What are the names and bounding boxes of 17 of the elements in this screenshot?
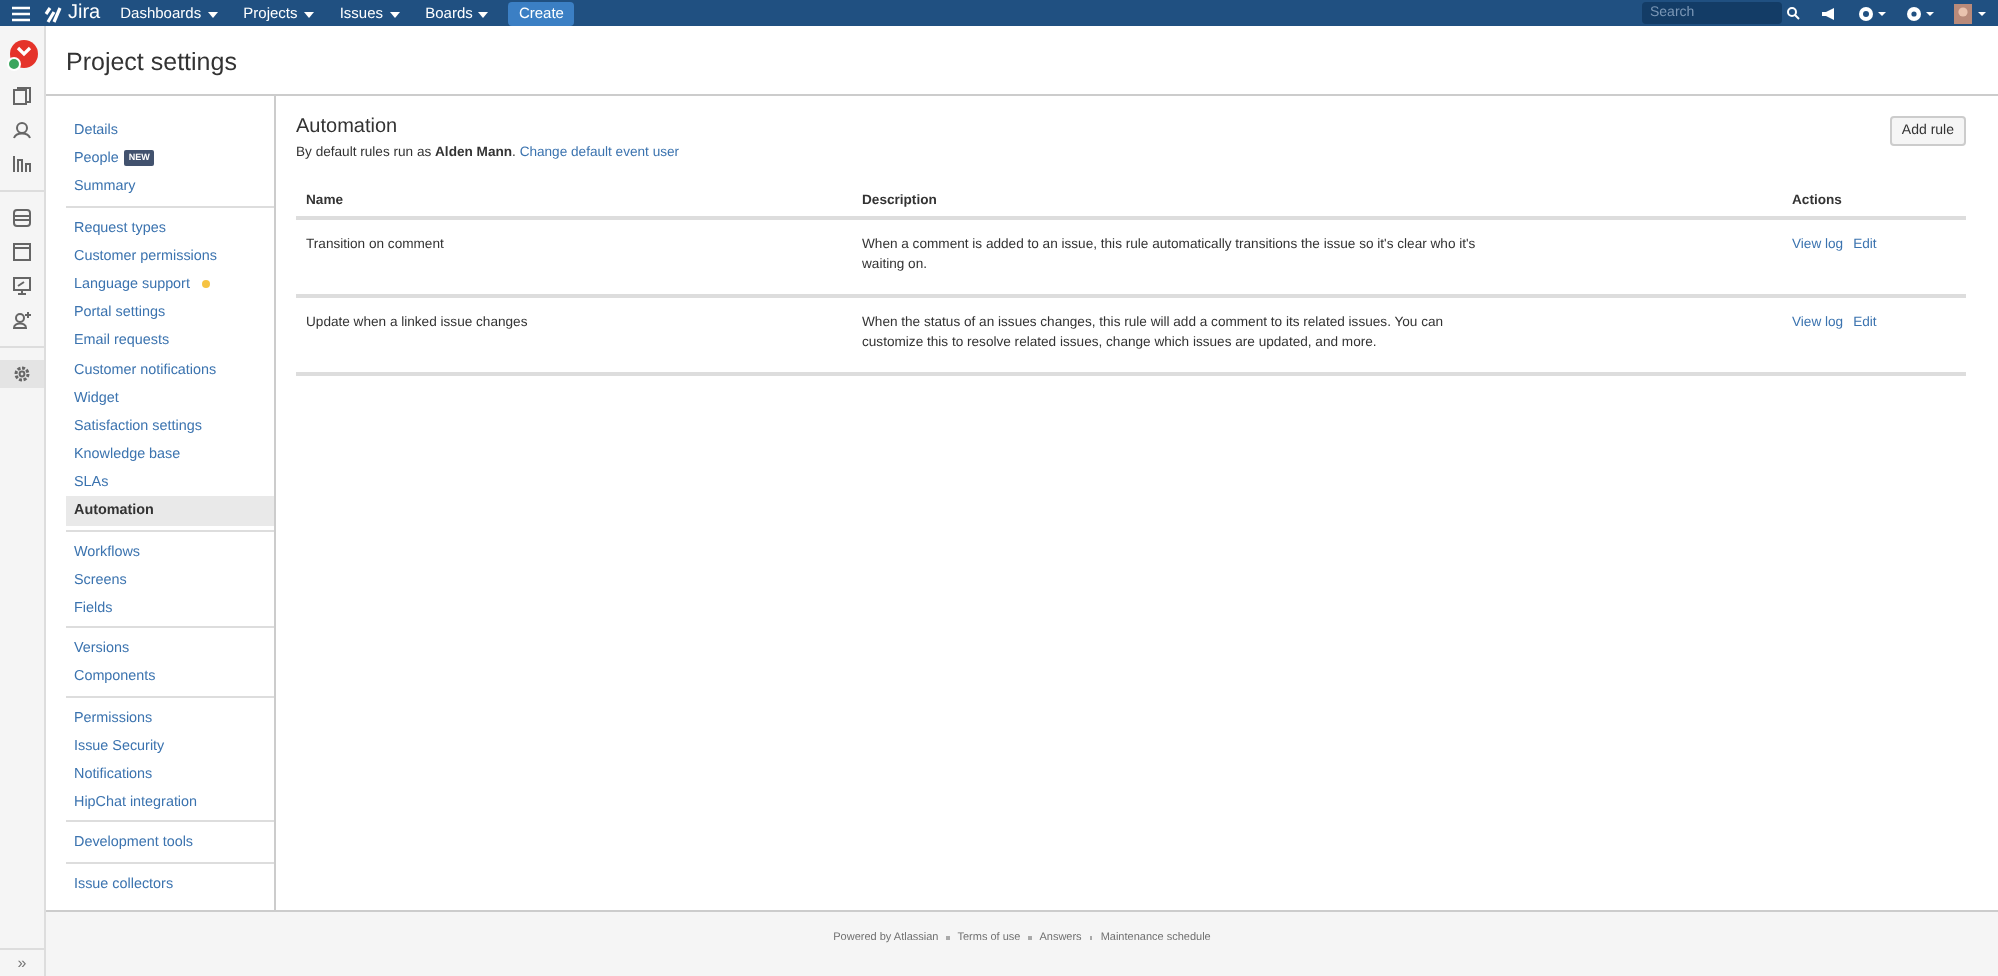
megaphone-icon[interactable] xyxy=(1820,5,1838,21)
help-icon[interactable] xyxy=(1858,5,1886,21)
user-avatar-icon[interactable] xyxy=(1954,3,1986,23)
project-avatar-icon[interactable] xyxy=(6,40,38,72)
caret-icon xyxy=(478,11,489,18)
search-icon xyxy=(1786,6,1800,20)
product-logo[interactable]: Jira xyxy=(68,2,101,24)
logo-icon xyxy=(44,3,64,23)
caret-icon xyxy=(303,11,314,18)
page-title: Project settings xyxy=(46,26,1998,96)
menu-icon[interactable] xyxy=(12,5,30,21)
expand-sidebar-button[interactable]: » xyxy=(0,948,44,976)
settings-icon[interactable] xyxy=(0,360,44,388)
caret-icon xyxy=(389,11,400,18)
section-title: Automation xyxy=(296,116,400,138)
settings-icon[interactable] xyxy=(1906,5,1934,21)
caret-icon xyxy=(207,11,218,18)
